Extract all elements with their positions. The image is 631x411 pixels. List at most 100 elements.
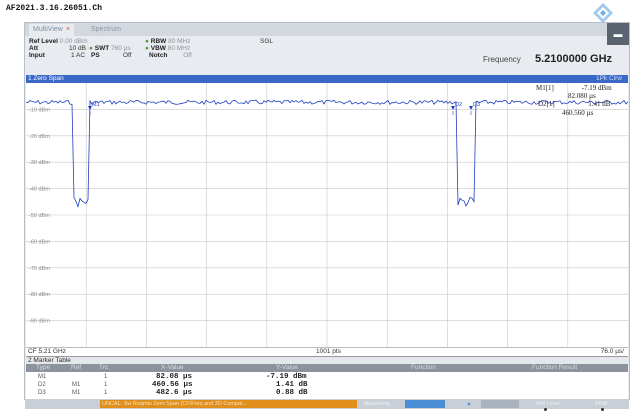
plot-grid xyxy=(26,83,628,347)
marker-readout-d2-time: 460.560 µs xyxy=(562,109,594,117)
trace-mode: 1Pk Clrw xyxy=(595,75,622,82)
table-row[interactable]: D2 M1 1 460.56 µs 1.41 dB xyxy=(26,381,628,389)
att-label: Att xyxy=(29,45,39,52)
row-type: D2 xyxy=(38,382,46,388)
menu-icon: ▬ xyxy=(613,29,623,39)
axis-footer: CF 5.21 GHz 1001 pts 76.0 µs/ xyxy=(26,347,628,356)
row-x-value: 82.08 µs xyxy=(156,373,193,381)
ref-level-label: Ref Level xyxy=(29,38,58,45)
status-message[interactable]: UNCAL: Sw Reqmts Zero Span (CF/Freq and … xyxy=(100,400,357,408)
status-item-0[interactable]: Measuring... xyxy=(359,400,399,408)
rbw-value: 80 MHz xyxy=(168,38,191,45)
marker-table-body: M1 1 82.08 µs -7.19 dBm D2 M1 1 460.56 µ… xyxy=(26,372,628,399)
m1-value: -7.19 dBm xyxy=(581,84,612,92)
y-axis-label: -10 dBm xyxy=(29,107,50,113)
status-blank xyxy=(481,400,519,408)
marker-table-columns: Type Ref Trc X-Value Y-Value Function Fu… xyxy=(26,364,628,372)
markers: M1 D2 D3 xyxy=(88,102,480,115)
att-param: Att xyxy=(29,45,38,52)
input-label: Input xyxy=(29,52,45,59)
input-param: Input xyxy=(29,52,45,59)
col-function: Function xyxy=(411,364,436,371)
ps-param: PS xyxy=(91,52,100,59)
row-y-value: 0.88 dB xyxy=(276,389,308,397)
rs-logo-icon xyxy=(593,3,613,23)
marker-readout-d2: D2[1] 1.41 dB xyxy=(538,100,610,108)
tab-multiview[interactable]: MultiView × xyxy=(29,24,74,36)
row-type: M1 xyxy=(38,374,47,380)
col-x-value: X-Value xyxy=(161,364,184,371)
y-axis-label: -70 dBm xyxy=(29,266,50,272)
status-item-1[interactable]: Ref Level xyxy=(523,400,573,408)
marker-label-d2: D2 xyxy=(455,102,462,108)
progress-indicator xyxy=(405,400,445,408)
time-per-division: 76.0 µs/ xyxy=(600,348,624,355)
y-axis-label: -80 dBm xyxy=(29,292,50,298)
coupled-bullet-icon: ● xyxy=(145,38,149,45)
notch-label: Notch xyxy=(149,52,168,59)
tab-spectrum-label: Spectrum xyxy=(91,26,121,33)
y-axis-label: -40 dBm xyxy=(29,187,50,193)
ref-level-value: 0.00 dBm xyxy=(59,38,88,45)
row-trc: 1 xyxy=(104,390,108,396)
vbw-value: 80 MHz xyxy=(167,45,191,52)
col-y-value: Y-Value xyxy=(276,364,299,371)
rbw-param: ● RBW 80 MHz xyxy=(145,38,191,45)
coupled-bullet-icon: ● xyxy=(145,45,149,52)
m1-name: M1[1] xyxy=(536,84,554,92)
input-value: 1 AC xyxy=(71,52,86,59)
sweep-points: 1001 pts xyxy=(316,348,341,355)
notch-value: Off xyxy=(183,52,192,59)
frequency-value[interactable]: 5.2100000 GHz xyxy=(535,53,612,65)
status-bar: UNCAL: Sw Reqmts Zero Span (CF/Freq and … xyxy=(25,399,629,411)
file-title: AF2021.3.16.26051.Ch xyxy=(6,4,103,13)
y-axis-label: -60 dBm xyxy=(29,239,50,245)
tab-bar: MultiView × Spectrum xyxy=(25,23,629,36)
swt-param: ● SWT 760 µs xyxy=(89,45,131,52)
swt-label: SWT xyxy=(94,45,110,52)
swt-value: 760 µs xyxy=(111,45,131,52)
close-icon[interactable]: × xyxy=(66,26,70,33)
ps-value: Off xyxy=(123,52,132,59)
d2-value: 1.41 dB xyxy=(588,100,611,108)
zero-span-plot[interactable]: -10 dBm -20 dBm -30 dBm -40 dBm -50 dBm -60 d… xyxy=(26,83,628,347)
col-function-result: Function Result xyxy=(532,364,578,371)
zero-span-window-header: 1 Zero Span 1Pk Clrw xyxy=(26,75,628,83)
row-x-value: 460.56 µs xyxy=(152,381,193,389)
row-ref: M1 xyxy=(72,382,81,388)
vbw-param: ● VBW 80 MHz xyxy=(145,45,190,52)
coupled-bullet-icon: ● xyxy=(89,45,93,52)
sgl-indicator: SGL xyxy=(260,38,274,45)
ps-label: PS xyxy=(91,52,100,59)
col-trc: Trc xyxy=(99,364,109,371)
row-y-value: 1.41 dB xyxy=(276,381,308,389)
row-trc: 1 xyxy=(104,382,108,388)
rbw-label: RBW xyxy=(150,38,167,45)
col-type: Type xyxy=(36,364,51,371)
row-trc: 1 xyxy=(104,374,108,380)
y-axis-label: -90 dBm xyxy=(29,319,50,325)
y-axis-label: -20 dBm xyxy=(29,134,50,140)
tab-multiview-label: MultiView xyxy=(33,26,63,33)
marker-label-d3: D3 xyxy=(473,102,480,108)
center-frequency: CF 5.21 GHz xyxy=(28,348,66,355)
row-y-value: -7.19 dBm xyxy=(266,373,307,381)
table-row[interactable]: D3 M1 1 482.6 µs 0.88 dB xyxy=(26,389,628,397)
row-type: D3 xyxy=(38,390,46,396)
tab-spectrum[interactable]: Spectrum xyxy=(87,24,125,36)
table-row[interactable]: M1 1 82.08 µs -7.19 dBm xyxy=(26,373,628,381)
col-ref: Ref xyxy=(71,364,82,371)
warning-icon: ▲ xyxy=(466,401,472,407)
y-axis-label: -50 dBm xyxy=(29,213,50,219)
window-title: 1 Zero Span xyxy=(28,75,64,82)
analyzer-window: MultiView × Spectrum ▬ Ref Level 0.00 dBm… xyxy=(24,22,630,411)
y-axis-labels: -10 dBm -20 dBm -30 dBm -40 dBm -50 dBm -60 d… xyxy=(29,107,50,324)
menu-button[interactable]: ▬ xyxy=(607,23,629,45)
y-axis-label: -30 dBm xyxy=(29,160,50,166)
ref-level-param: Ref Level 0.00 dBm xyxy=(29,38,88,45)
row-x-value: 482.6 µs xyxy=(156,389,193,397)
marker-readout-m1: M1[1] -7.19 dBm xyxy=(536,84,612,92)
status-item-2[interactable]: RBW xyxy=(581,400,621,408)
row-ref: M1 xyxy=(72,390,81,396)
marker-label-m1: M1 xyxy=(92,102,100,108)
